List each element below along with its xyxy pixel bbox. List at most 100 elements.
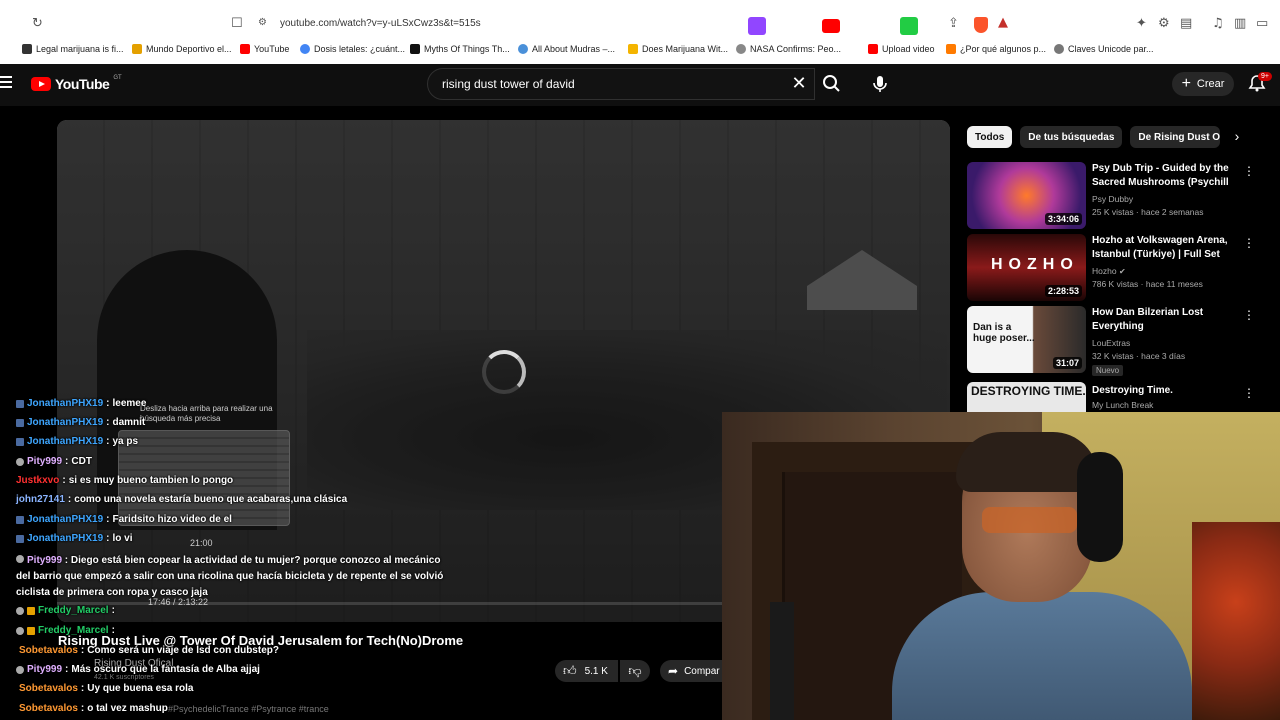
notification-count-badge: 9+	[1258, 72, 1272, 81]
chat-badge-icon	[16, 626, 24, 635]
recommendation-thumbnail[interactable]: 3:34:06	[967, 162, 1086, 229]
recommendation-item[interactable]: HOZHO 2:28:53 Hozho at Volkswagen Arena,…	[967, 234, 1257, 301]
chip-todos[interactable]: Todos	[967, 126, 1013, 148]
duration-badge: 2:28:53	[1044, 285, 1082, 297]
chip-from-searches[interactable]: De tus búsquedas	[1020, 126, 1123, 148]
microphone-stand	[770, 602, 794, 720]
chat-message: Pity999 : Diego está bien copear la acti…	[16, 555, 444, 598]
bookmark-item[interactable]: Claves Unicode par...	[1054, 40, 1154, 58]
recommendation-meta: 32 K vistas · hace 3 días	[1092, 351, 1186, 361]
chat-badge-icon	[16, 399, 24, 408]
youtube-extension-icon[interactable]	[822, 19, 840, 33]
bookmark-star-icon[interactable]: ☐	[231, 16, 243, 31]
subscriber-count: 42.1 K suscriptores	[94, 674, 154, 681]
share-icon[interactable]: ⇪	[948, 16, 959, 31]
recommendation-channel[interactable]: Hozho ✔	[1092, 266, 1126, 276]
clear-search-icon[interactable]: ✕	[790, 74, 808, 92]
video-hashtags[interactable]: #PsychedelicTrance #Psytrance #trance	[168, 704, 329, 714]
brave-shield-icon[interactable]	[974, 17, 988, 33]
new-badge: Nuevo	[1092, 365, 1124, 376]
chevron-right-icon[interactable]: ›	[1228, 128, 1246, 146]
more-options-icon[interactable]: ⋮	[1243, 236, 1255, 250]
bookmark-item[interactable]: All About Mudras –...	[518, 40, 615, 58]
extensions-icon[interactable]: ✦	[1136, 16, 1147, 31]
bookmark-item[interactable]: Does Marijuana Wit...	[628, 40, 728, 58]
green-extension-icon[interactable]	[900, 17, 918, 35]
bookmark-favicon-icon	[300, 44, 310, 54]
bookmark-item[interactable]: Legal marijuana is fi...	[22, 40, 124, 58]
recommendation-title[interactable]: Psy Dub Trip - Guided by the Sacred Mush…	[1092, 162, 1232, 190]
thumbnail-text: Dan is a huge poser...	[973, 322, 1035, 344]
bookmark-item[interactable]: Myths Of Things Th...	[410, 40, 510, 58]
bookmark-favicon-icon	[410, 44, 420, 54]
search-input[interactable]	[442, 69, 782, 99]
recommendation-channel[interactable]: Psy Dubby	[1092, 194, 1133, 204]
chat-message: Pity999: Más oscuro que la fantasía de Al…	[16, 664, 260, 675]
chat-message: Freddy_Marcel:	[16, 605, 118, 616]
plus-icon: +	[1181, 75, 1191, 92]
chip-from-channel[interactable]: De Rising Dust Offi	[1130, 126, 1221, 148]
chat-message: Pity999: CDT	[16, 456, 92, 467]
recommendation-title[interactable]: Destroying Time.	[1092, 384, 1232, 398]
tab-icon[interactable]: ▤	[1180, 16, 1192, 31]
recommendation-title[interactable]: Hozho at Volkswagen Arena, Istanbul (Tür…	[1092, 234, 1232, 262]
bookmark-favicon-icon	[1054, 44, 1064, 54]
recommendation-item[interactable]: 3:34:06 Psy Dub Trip - Guided by the Sac…	[967, 162, 1257, 229]
bookmark-item[interactable]: Upload video	[868, 40, 935, 58]
chat-message: JonathanPHX19: lo vi	[16, 533, 133, 544]
sidebar-icon[interactable]: ▥	[1234, 16, 1246, 31]
recommendation-thumbnail[interactable]: DESTROYING TIME.	[967, 382, 1086, 412]
recommendation-thumbnail[interactable]: Dan is a huge poser... 31:07	[967, 306, 1086, 373]
share-button[interactable]: ➦ Compar	[660, 660, 722, 682]
thumbs-down-icon: 👎︎	[628, 663, 642, 678]
bookmark-favicon-icon	[946, 44, 956, 54]
bookmark-item[interactable]: Dosis letales: ¿cuánt...	[300, 40, 405, 58]
dislike-button[interactable]: 👎︎	[620, 660, 650, 682]
search-button[interactable]	[815, 68, 849, 100]
menu-icon[interactable]	[0, 76, 12, 88]
chat-message: JonathanPHX19: ya ps	[16, 436, 138, 447]
address-bar[interactable]: youtube.com/watch?v=y-uLSxCwz3s&t=515s	[280, 18, 481, 29]
chat-message: Freddy_Marcel:	[16, 625, 118, 636]
chat-badge-icon	[16, 437, 24, 446]
recommendation-item[interactable]: DESTROYING TIME. Destroying Time. My Lun…	[967, 382, 1257, 412]
recommendation-channel[interactable]: My Lunch Break	[1092, 400, 1153, 410]
youtube-icon	[240, 44, 250, 54]
media-icon[interactable]: ♫	[1212, 16, 1224, 31]
recommendation-title[interactable]: How Dan Bilzerian Lost Everything	[1092, 306, 1232, 334]
puzzle-icon[interactable]: ⚙	[1158, 16, 1170, 31]
webcam-poster	[1192, 522, 1280, 720]
swipe-hint: Desliza hacia arriba para realizar una b…	[140, 404, 273, 423]
chat-badge-icon	[16, 555, 24, 563]
bookmark-item[interactable]: ¿Por qué algunos p...	[946, 40, 1046, 58]
chat-badge-icon	[16, 515, 24, 524]
reload-icon[interactable]: ↻	[32, 16, 43, 31]
chat-message: Sobetavalos: Como será un viaje de lsd co…	[19, 645, 279, 656]
recommendation-item[interactable]: Dan is a huge poser... 31:07 How Dan Bilz…	[967, 306, 1257, 376]
more-options-icon[interactable]: ⋮	[1243, 164, 1255, 178]
more-options-icon[interactable]: ⋮	[1243, 308, 1255, 322]
site-settings-icon[interactable]: ⚙	[258, 17, 267, 28]
wallet-icon[interactable]: ▭	[1256, 16, 1268, 31]
browser-toolbar: ↻ ☐ ⚙ youtube.com/watch?v=y-uLSxCwz3s&t=…	[0, 0, 1280, 64]
more-options-icon[interactable]: ⋮	[1243, 386, 1255, 400]
recommendation-meta: 786 K vistas · hace 11 meses	[1092, 279, 1203, 289]
bookmark-favicon-icon	[518, 44, 528, 54]
loading-spinner-icon	[482, 350, 526, 394]
twitch-extension-icon[interactable]	[748, 17, 766, 35]
verified-icon: ✔	[1118, 267, 1126, 276]
bookmark-item[interactable]: Mundo Deportivo el...	[132, 40, 232, 58]
thumbs-up-icon: 👍︎	[563, 663, 577, 678]
bookmark-item[interactable]: YouTube	[240, 40, 289, 58]
recommendation-channel[interactable]: LouExtras	[1092, 338, 1130, 348]
recommendation-thumbnail[interactable]: HOZHO 2:28:53	[967, 234, 1086, 301]
bookmark-favicon-icon	[628, 44, 638, 54]
voice-search-button[interactable]	[866, 70, 894, 98]
brave-rewards-icon[interactable]: ▲	[998, 15, 1008, 30]
like-button[interactable]: 👍︎ 5.1 K	[555, 660, 618, 682]
bookmark-item[interactable]: NASA Confirms: Peo...	[736, 40, 841, 58]
youtube-logo[interactable]: YouTube GT	[31, 75, 122, 92]
recommendation-meta: 25 K vistas · hace 2 semanas	[1092, 207, 1204, 217]
microphone-icon	[873, 76, 887, 92]
create-button[interactable]: + Crear	[1172, 72, 1234, 96]
